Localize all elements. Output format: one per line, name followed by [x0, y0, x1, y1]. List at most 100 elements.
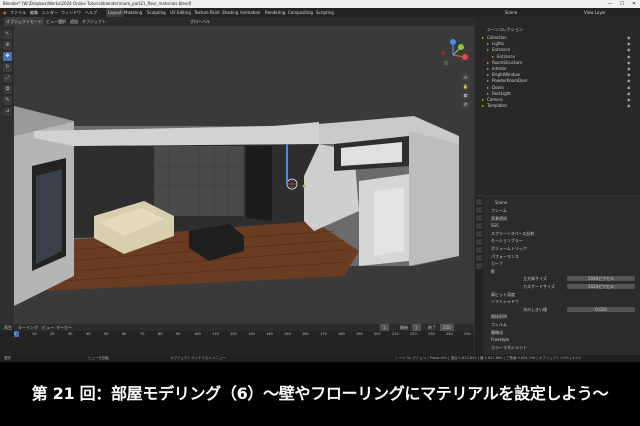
outliner-item[interactable]: ▸ Lights ◉: [475, 41, 640, 47]
view-layer-selector[interactable]: View Layer: [584, 8, 606, 17]
cursor-tool[interactable]: ⊕: [3, 41, 12, 50]
outliner-item[interactable]: ▸ Doors ◉: [475, 85, 640, 91]
ortho-grid-icon[interactable]: #: [462, 101, 469, 108]
3d-viewport[interactable]: [14, 26, 474, 324]
menu-render[interactable]: レンダー: [42, 8, 58, 17]
visibility-eye-icon[interactable]: ◉: [627, 60, 631, 66]
outliner-item[interactable]: ▸ PowderRoomDoor ◉: [475, 78, 640, 84]
annotate-tool[interactable]: ✎: [3, 96, 12, 105]
material-tab-icon[interactable]: [476, 263, 482, 269]
timeline-menu-marker[interactable]: マーカー: [56, 324, 72, 331]
transform-tool[interactable]: ⧉: [3, 85, 12, 94]
camera-view-icon[interactable]: ◘: [462, 92, 469, 99]
visibility-eye-icon[interactable]: ◉: [627, 72, 631, 78]
menu-view[interactable]: ビュー: [46, 17, 58, 26]
visibility-eye-icon[interactable]: ◉: [627, 54, 631, 60]
workspace-tab-sculpting[interactable]: Sculpting: [147, 8, 166, 17]
maximize-button[interactable]: ☐: [616, 0, 628, 8]
visibility-eye-icon[interactable]: ◉: [627, 47, 631, 53]
property-row[interactable]: SSS: [487, 222, 637, 229]
workspace-tab-texture-paint[interactable]: Texture Paint: [194, 8, 220, 17]
outliner-item[interactable]: ▸ RectLight ◉: [475, 91, 640, 97]
menu-add[interactable]: 追加: [70, 17, 78, 26]
property-row[interactable]: 高ビット深度: [487, 291, 637, 298]
navigation-gizmo[interactable]: [436, 38, 470, 72]
scene-selector[interactable]: Scene: [505, 8, 517, 17]
timeline-menu-keying[interactable]: キーイング: [18, 324, 38, 331]
workspace-tab-scripting[interactable]: Scripting: [316, 8, 334, 17]
visibility-eye-icon[interactable]: ◉: [627, 35, 631, 41]
timeline-ruler[interactable]: 0 10 20 30 40 50 60 70 80 90 100 110 120 130 140 150 160…: [0, 332, 474, 338]
property-row[interactable]: Freestyle: [487, 336, 637, 343]
visibility-eye-icon[interactable]: ◉: [627, 85, 631, 91]
zoom-icon[interactable]: +: [462, 74, 469, 81]
modifier-tab-icon[interactable]: [476, 255, 482, 261]
outliner-item[interactable]: ▸ Templates ◉: [475, 103, 640, 109]
visibility-eye-icon[interactable]: ◉: [627, 78, 631, 84]
outliner-item[interactable]: ▸ Entrance ◉: [475, 54, 640, 60]
output-tab-icon[interactable]: [476, 215, 482, 221]
timeline-menu-playback[interactable]: 再生: [4, 324, 12, 331]
scale-tool[interactable]: ⤢: [3, 74, 12, 83]
world-tab-icon[interactable]: [476, 239, 482, 245]
property-value-field[interactable]: 0.010: [567, 306, 635, 312]
property-row[interactable]: パフォーマンス: [487, 253, 637, 260]
property-row[interactable]: カーブ: [487, 260, 637, 267]
workspace-tab-rendering[interactable]: Rendering: [265, 8, 285, 17]
tool-tab-icon[interactable]: [476, 199, 482, 205]
property-row[interactable]: ソフトシャドウ: [487, 298, 637, 305]
view-layer-tab-icon[interactable]: [476, 223, 482, 229]
move-tool[interactable]: ✥: [3, 52, 12, 61]
workspace-tab-animation[interactable]: Animation: [240, 8, 260, 17]
render-tab-icon[interactable]: [476, 207, 482, 213]
visibility-eye-icon[interactable]: ◉: [627, 103, 631, 109]
outliner-item[interactable]: ▸ Interior ◉: [475, 66, 640, 72]
visibility-eye-icon[interactable]: ◉: [627, 66, 631, 72]
workspace-tab-uv-editing[interactable]: UV Editing: [170, 8, 191, 17]
workspace-tab-modeling[interactable]: Modeling: [124, 8, 142, 17]
property-value-field[interactable]: 1024ピクセル: [567, 284, 635, 289]
outliner-item[interactable]: ▸ Camera ◉: [475, 97, 640, 103]
transform-orientation[interactable]: グローバル: [190, 17, 210, 26]
end-frame-field[interactable]: 250: [440, 324, 454, 331]
close-button[interactable]: ✕: [628, 0, 640, 8]
minimize-button[interactable]: —: [604, 0, 616, 8]
property-row[interactable]: 影: [487, 268, 637, 275]
property-row[interactable]: 背景透過: [487, 215, 637, 222]
measure-tool[interactable]: ⊿: [3, 107, 12, 116]
blender-logo-icon[interactable]: ◉: [3, 8, 7, 17]
outliner-item[interactable]: ▸ Entrance ◉: [475, 47, 640, 53]
object-tab-icon[interactable]: [476, 247, 482, 253]
mode-selector[interactable]: オブジェクトモード: [4, 17, 44, 26]
start-frame-field[interactable]: 1: [412, 324, 421, 331]
visibility-eye-icon[interactable]: ◉: [627, 97, 631, 103]
property-value-field[interactable]: 2048ピクセル: [567, 276, 635, 282]
outliner-item[interactable]: ▸ BrightWindow ◉: [475, 72, 640, 78]
outliner-item[interactable]: ▸ Collection ◉: [475, 35, 640, 41]
property-row[interactable]: 立方体サイズ 2048ピクセル: [487, 275, 637, 282]
workspace-tab-layout[interactable]: Layout: [106, 8, 124, 17]
property-row[interactable]: カスケードサイズ 1024ピクセル: [487, 283, 637, 290]
current-frame-field[interactable]: 1: [380, 324, 389, 331]
scene-tab-icon[interactable]: [476, 231, 482, 237]
workspace-tab-shading[interactable]: Shading: [222, 8, 238, 17]
property-row[interactable]: 間接照明: [487, 313, 637, 320]
property-row[interactable]: ボリュームトリック: [487, 245, 637, 252]
workspace-tab-compositing[interactable]: Compositing: [288, 8, 313, 17]
property-row[interactable]: 光のしきい値 0.010: [487, 306, 637, 313]
menu-edit[interactable]: 編集: [30, 8, 38, 17]
visibility-eye-icon[interactable]: ◉: [627, 41, 631, 47]
property-row[interactable]: フィルム: [487, 321, 637, 328]
rotate-tool[interactable]: ↻: [3, 63, 12, 72]
outliner-item[interactable]: ▸ RoomStructure ◉: [475, 60, 640, 66]
property-row[interactable]: モーションブラー: [487, 237, 637, 244]
menu-help[interactable]: ヘルプ: [85, 8, 97, 17]
property-row[interactable]: 簡略化: [487, 329, 637, 336]
menu-window[interactable]: ウィンドウ: [61, 8, 81, 17]
menu-file[interactable]: ファイル: [10, 8, 26, 17]
select-box-tool[interactable]: ↖: [3, 30, 12, 39]
visibility-eye-icon[interactable]: ◉: [627, 91, 631, 97]
timeline-menu-view[interactable]: ビュー: [42, 324, 54, 331]
property-row[interactable]: カラーマネジメント: [487, 344, 637, 351]
menu-object[interactable]: オブジェクト: [82, 17, 106, 26]
